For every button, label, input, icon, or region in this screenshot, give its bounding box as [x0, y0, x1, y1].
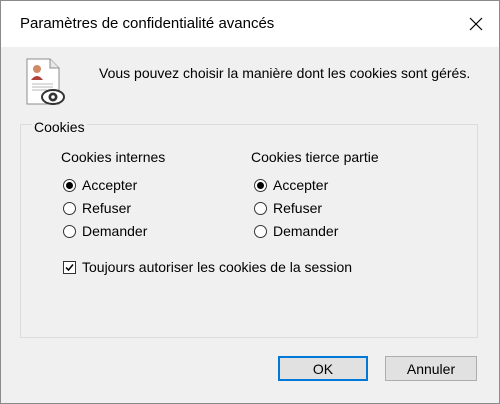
radio-button[interactable] — [254, 178, 267, 192]
first-party-ask-radio[interactable]: Demander — [63, 221, 147, 241]
first-party-refuse-radio[interactable]: Refuser — [63, 198, 131, 218]
radio-label: Demander — [82, 223, 148, 239]
radio-button[interactable] — [254, 201, 267, 215]
dialog-window: Paramètres de confidentialité avancés Vo… — [0, 0, 500, 404]
radio-label: Refuser — [82, 200, 132, 216]
radio-button[interactable] — [254, 224, 267, 238]
session-cookies-checkbox[interactable] — [63, 260, 76, 274]
radio-button[interactable] — [63, 224, 76, 238]
radio-button[interactable] — [63, 178, 76, 192]
radio-label: Demander — [273, 223, 339, 239]
session-cookies-label: Toujours autoriser les cookies de la ses… — [82, 259, 353, 275]
close-button[interactable] — [453, 1, 499, 47]
checkmark-icon — [65, 263, 74, 271]
third-party-accept-radio[interactable]: Accepter — [254, 175, 328, 195]
dialog-title: Paramètres de confidentialité avancés — [20, 15, 275, 32]
third-party-refuse-radio[interactable]: Refuser — [254, 198, 322, 218]
privacy-document-eye-icon — [23, 58, 65, 111]
first-party-accept-radio[interactable]: Accepter — [63, 175, 137, 195]
radio-label: Accepter — [82, 177, 138, 193]
cancel-button[interactable]: Annuler — [385, 356, 477, 381]
radio-label: Refuser — [273, 200, 323, 216]
session-cookies-checkbox-row[interactable]: Toujours autoriser les cookies de la ses… — [63, 257, 352, 277]
cookies-group-label: Cookies — [32, 119, 87, 135]
close-icon — [469, 17, 483, 31]
intro-text: Vous pouvez choisir la manière dont les … — [99, 65, 471, 81]
third-party-ask-radio[interactable]: Demander — [254, 221, 338, 241]
first-party-header: Cookies internes — [61, 149, 166, 165]
third-party-header: Cookies tierce partie — [251, 149, 379, 165]
ok-button[interactable]: OK — [278, 356, 368, 381]
radio-button[interactable] — [63, 201, 76, 215]
title-bar: Paramètres de confidentialité avancés — [1, 1, 499, 47]
radio-label: Accepter — [273, 177, 329, 193]
